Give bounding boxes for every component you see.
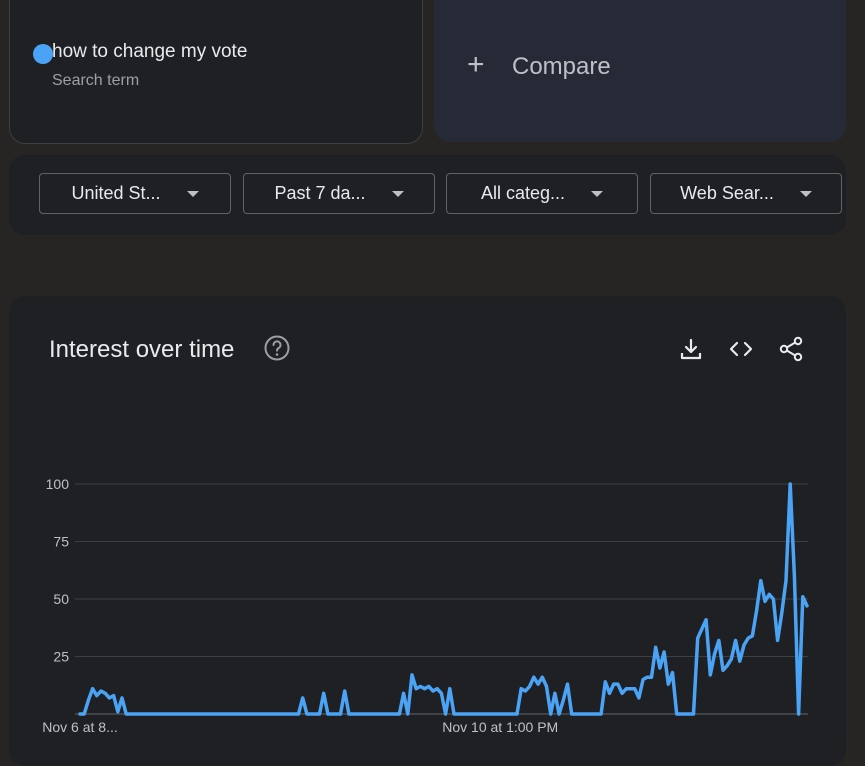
y-tick-label: 25 — [53, 649, 69, 665]
x-tick-label: Nov 6 at 8... — [42, 719, 117, 735]
y-tick-label: 50 — [53, 591, 69, 607]
y-tick-label: 100 — [46, 476, 70, 492]
interest-chart: 25 50 75 100 Nov 6 at 8... Nov 10 at 1:00 PM — [42, 476, 809, 735]
y-tick-label: 75 — [53, 534, 69, 550]
x-tick-label: Nov 10 at 1:00 PM — [442, 719, 558, 735]
